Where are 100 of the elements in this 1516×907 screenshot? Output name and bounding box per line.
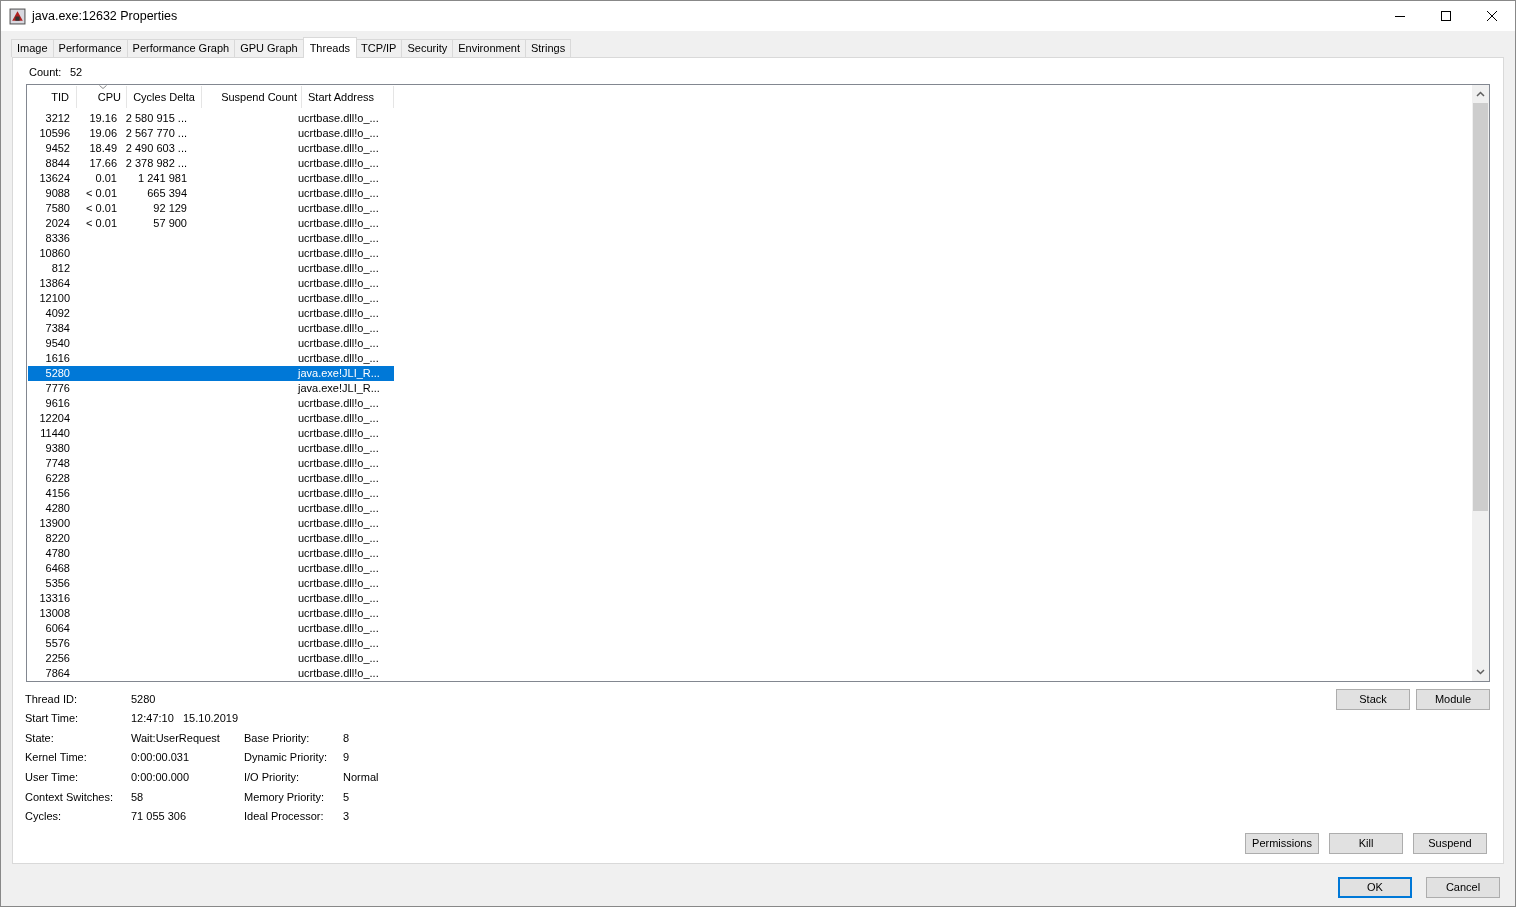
button[interactable]: Module bbox=[1416, 689, 1490, 710]
field-value: 0:00:00.000 bbox=[131, 769, 191, 785]
table-cell-text: 8220 bbox=[44, 531, 70, 547]
column-header[interactable]: Cycles Delta bbox=[127, 86, 202, 108]
table-row[interactable]: 6064 ucrtbase.dll!o_... bbox=[28, 621, 394, 636]
button[interactable]: Permissions bbox=[1245, 833, 1319, 854]
table-row[interactable]: 9380 ucrtbase.dll!o_... bbox=[28, 441, 394, 456]
table-row[interactable]: 13624 0.01 1 241 981 ucrtbase.dll!o_... bbox=[28, 171, 394, 186]
table-cell-text: 5356 bbox=[44, 576, 70, 592]
button[interactable]: OK bbox=[1338, 877, 1412, 898]
table-cell-text: < 0.01 bbox=[85, 216, 118, 232]
tab[interactable]: Threads bbox=[302, 37, 357, 58]
table-row[interactable]: 1616 ucrtbase.dll!o_... bbox=[28, 351, 394, 366]
table-cell-text: 7384 bbox=[44, 321, 70, 337]
table-cell-text: ucrtbase.dll!o_... bbox=[297, 606, 380, 622]
table-row[interactable]: 6228 ucrtbase.dll!o_... bbox=[28, 471, 394, 486]
field-label: Context Switches: bbox=[25, 789, 115, 805]
table-row[interactable]: 812 ucrtbase.dll!o_... bbox=[28, 261, 394, 276]
table-cell-text: 19.16 bbox=[88, 111, 118, 127]
table-row[interactable]: 5280 java.exe!JLI_R... bbox=[28, 366, 394, 381]
table-row[interactable]: 4780 ucrtbase.dll!o_... bbox=[28, 546, 394, 561]
table-row[interactable]: 13864 ucrtbase.dll!o_... bbox=[28, 276, 394, 291]
table-row[interactable]: 7580 < 0.01 92 129 ucrtbase.dll!o_... bbox=[28, 201, 394, 216]
field-value: 12:47:10 15.10.2019 bbox=[131, 711, 240, 727]
table-row[interactable]: 10596 19.06 2 567 770 ... ucrtbase.dll!o_... bbox=[28, 126, 394, 141]
table-row[interactable]: 6468 ucrtbase.dll!o_... bbox=[28, 561, 394, 576]
field-label: Kernel Time: bbox=[25, 750, 88, 766]
field-label: User Time: bbox=[25, 769, 80, 785]
table-row[interactable]: 2256 ucrtbase.dll!o_... bbox=[28, 651, 394, 666]
table-row[interactable]: 12100 ucrtbase.dll!o_... bbox=[28, 291, 394, 306]
table-row[interactable]: 13900 ucrtbase.dll!o_... bbox=[28, 516, 394, 531]
table-row[interactable]: 9088 < 0.01 665 394 ucrtbase.dll!o_... bbox=[28, 186, 394, 201]
scrollbar-thumb[interactable] bbox=[1473, 103, 1488, 511]
table-row[interactable]: 7776 java.exe!JLI_R... bbox=[28, 381, 394, 396]
table-cell-text: 6228 bbox=[44, 471, 70, 487]
table-cell-text: java.exe!JLI_R... bbox=[296, 381, 381, 397]
table-row[interactable]: 12204 ucrtbase.dll!o_... bbox=[28, 411, 394, 426]
table-cell-text: ucrtbase.dll!o_... bbox=[297, 351, 380, 367]
field-label: State: bbox=[25, 730, 55, 746]
table-row[interactable]: 4280 ucrtbase.dll!o_... bbox=[28, 501, 394, 516]
table-cell-text: ucrtbase.dll!o_... bbox=[297, 576, 380, 592]
table-row[interactable]: 10860 ucrtbase.dll!o_... bbox=[28, 246, 394, 261]
table-row[interactable]: 7384 ucrtbase.dll!o_... bbox=[28, 321, 394, 336]
table-row[interactable]: 4156 ucrtbase.dll!o_... bbox=[28, 486, 394, 501]
table-cell-text: java.exe!JLI_R... bbox=[296, 366, 381, 382]
column-header[interactable]: TID bbox=[27, 86, 77, 108]
table-row[interactable]: 9452 18.49 2 490 603 ... ucrtbase.dll!o_... bbox=[28, 141, 394, 156]
table-cell-text: 8336 bbox=[44, 231, 70, 247]
scroll-up-icon[interactable] bbox=[1476, 91, 1485, 97]
column-header[interactable]: CPU bbox=[77, 86, 127, 108]
table-cell-text: 1616 bbox=[44, 351, 70, 367]
table-cell-text: ucrtbase.dll!o_... bbox=[297, 126, 380, 142]
table-cell-text: 57 900 bbox=[152, 216, 188, 232]
table-row[interactable]: 5576 ucrtbase.dll!o_... bbox=[28, 636, 394, 651]
field-value: 9 bbox=[343, 750, 351, 766]
table-cell-text: 812 bbox=[50, 261, 70, 277]
field-label: I/O Priority: bbox=[244, 769, 300, 785]
table-cell-text: ucrtbase.dll!o_... bbox=[297, 336, 380, 352]
table-row[interactable]: 8220 ucrtbase.dll!o_... bbox=[28, 531, 394, 546]
table-row[interactable]: 5356 ucrtbase.dll!o_... bbox=[28, 576, 394, 591]
button[interactable]: Suspend bbox=[1413, 833, 1487, 854]
table-row[interactable]: 4092 ucrtbase.dll!o_... bbox=[28, 306, 394, 321]
table-cell-text: 13008 bbox=[38, 606, 70, 622]
tab[interactable]: GPU Graph bbox=[234, 39, 304, 57]
field-value: 0:00:00.031 bbox=[131, 750, 191, 766]
table-cell-text: ucrtbase.dll!o_... bbox=[297, 456, 380, 472]
button[interactable]: Stack bbox=[1336, 689, 1410, 710]
table-row[interactable]: 2024 < 0.01 57 900 ucrtbase.dll!o_... bbox=[28, 216, 394, 231]
table-row[interactable]: 13316 ucrtbase.dll!o_... bbox=[28, 591, 394, 606]
table-cell-text: ucrtbase.dll!o_... bbox=[297, 231, 380, 247]
column-header[interactable]: Suspend Count bbox=[202, 86, 302, 108]
table-cell-text: 12100 bbox=[38, 291, 70, 307]
table-row[interactable]: 3212 19.16 2 580 915 ... ucrtbase.dll!o_... bbox=[28, 111, 394, 126]
tab[interactable]: Security bbox=[401, 39, 454, 57]
button[interactable]: Cancel bbox=[1426, 877, 1500, 898]
table-cell-text: ucrtbase.dll!o_... bbox=[297, 246, 380, 262]
table-row[interactable]: 7748 ucrtbase.dll!o_... bbox=[28, 456, 394, 471]
table-cell-text: 17.66 bbox=[88, 156, 118, 172]
tab[interactable]: Performance Graph bbox=[126, 39, 236, 57]
tab[interactable]: Image bbox=[11, 39, 54, 57]
table-row[interactable]: 8844 17.66 2 378 982 ... ucrtbase.dll!o_... bbox=[28, 156, 394, 171]
table-cell-text: ucrtbase.dll!o_... bbox=[297, 396, 380, 412]
table-cell-text: ucrtbase.dll!o_... bbox=[297, 546, 380, 562]
tab[interactable]: Strings bbox=[524, 39, 572, 57]
table-cell-text: 92 129 bbox=[152, 201, 188, 217]
scroll-down-icon[interactable] bbox=[1476, 669, 1485, 675]
table-cell-text: 19.06 bbox=[88, 126, 118, 142]
table-row[interactable]: 9540 ucrtbase.dll!o_... bbox=[28, 336, 394, 351]
table-row[interactable]: 7864 ucrtbase.dll!o_... bbox=[28, 666, 394, 681]
table-cell-text: 9088 bbox=[44, 186, 70, 202]
table-row[interactable]: 11440 ucrtbase.dll!o_... bbox=[28, 426, 394, 441]
table-cell-text: ucrtbase.dll!o_... bbox=[297, 531, 380, 547]
table-cell-text: 9452 bbox=[44, 141, 70, 157]
table-row[interactable]: 8336 ucrtbase.dll!o_... bbox=[28, 231, 394, 246]
column-header[interactable]: Start Address bbox=[302, 86, 394, 108]
table-row[interactable]: 9616 ucrtbase.dll!o_... bbox=[28, 396, 394, 411]
table-cell-text: ucrtbase.dll!o_... bbox=[297, 636, 380, 652]
button[interactable]: Kill bbox=[1329, 833, 1403, 854]
table-row[interactable]: 13008 ucrtbase.dll!o_... bbox=[28, 606, 394, 621]
scrollbar[interactable] bbox=[1472, 85, 1489, 681]
